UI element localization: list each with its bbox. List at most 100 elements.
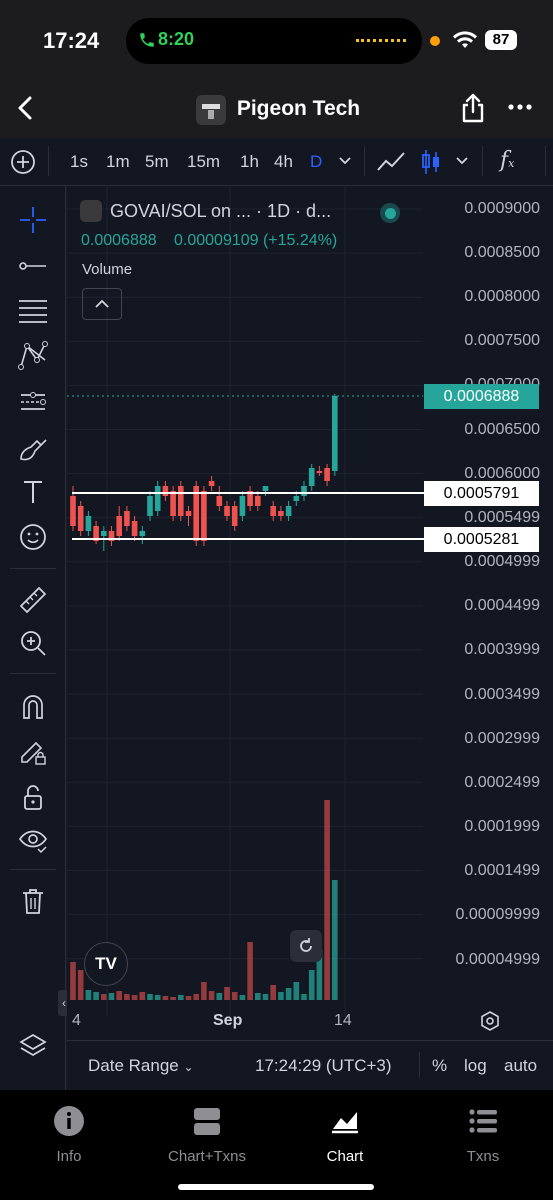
volume-bar xyxy=(308,970,315,1000)
candle-body xyxy=(301,486,307,496)
toolbar-divider xyxy=(482,146,483,176)
candle-body xyxy=(154,486,161,511)
horizontal-line-lower[interactable] xyxy=(72,538,424,540)
volume-bar xyxy=(293,982,300,1000)
log-scale-button[interactable]: log xyxy=(464,1056,487,1076)
tradingview-logo[interactable]: TV xyxy=(84,942,128,986)
tab-txns[interactable]: Txns xyxy=(414,1105,552,1165)
text-tool-icon[interactable] xyxy=(14,473,52,511)
call-duration: 8:20 xyxy=(158,29,195,49)
chart-icon xyxy=(332,1112,358,1134)
pattern-icon[interactable] xyxy=(14,337,52,375)
zoom-in-icon[interactable] xyxy=(14,624,52,662)
chart-type-chevron-down-icon[interactable] xyxy=(455,156,469,166)
tab-label: Chart xyxy=(326,1148,364,1165)
more-icon[interactable] xyxy=(508,103,532,111)
reset-chart-button[interactable] xyxy=(290,930,322,962)
visibility-icon[interactable] xyxy=(14,821,52,859)
settings-icon[interactable] xyxy=(479,1010,501,1032)
volume-bar xyxy=(154,995,161,1000)
interval-chevron-down-icon[interactable] xyxy=(338,156,352,166)
volume-bar xyxy=(93,992,99,1000)
horizontal-line-lower-label[interactable]: 0.0005281 xyxy=(424,527,539,552)
date-range-button[interactable]: Date Range ⌄ xyxy=(88,1056,194,1076)
price-tick: 0.0003999 xyxy=(464,641,540,658)
line-chart-icon[interactable] xyxy=(376,150,406,174)
interval-4h[interactable]: 4h xyxy=(274,152,293,172)
candle-body xyxy=(278,511,284,516)
price-tick: 0.0004499 xyxy=(464,597,540,614)
volume-bar xyxy=(324,800,330,1000)
tab-label: Txns xyxy=(466,1148,500,1165)
candle-body xyxy=(293,496,300,501)
tab-label: Chart+Txns xyxy=(168,1148,246,1165)
interval-1s[interactable]: 1s xyxy=(70,152,88,172)
trend-line-icon[interactable] xyxy=(14,247,52,285)
volume-bar xyxy=(70,962,76,1000)
volume-bar xyxy=(332,880,338,1000)
wifi-icon xyxy=(453,31,477,48)
ruler-icon[interactable] xyxy=(14,581,52,619)
candle-body xyxy=(178,486,184,516)
horizontal-line-upper[interactable] xyxy=(72,492,424,494)
chevron-up-icon xyxy=(95,299,109,308)
lock-drawing-icon[interactable] xyxy=(14,733,52,771)
horizontal-line-upper-label[interactable]: 0.0005791 xyxy=(424,481,539,506)
price-tick: 0.0002999 xyxy=(464,730,540,747)
candle-body xyxy=(101,531,107,536)
tab-chart[interactable]: Chart xyxy=(276,1105,414,1165)
volume-bar xyxy=(178,995,184,1000)
info-icon xyxy=(54,1106,84,1136)
time-tick: 4 xyxy=(72,1012,81,1029)
collapse-legend-button[interactable] xyxy=(82,288,122,320)
volume-bar xyxy=(239,995,246,1000)
fib-retracement-icon[interactable] xyxy=(14,292,52,330)
tools-divider xyxy=(10,673,56,674)
candle-body xyxy=(231,506,238,526)
phone-icon xyxy=(140,33,154,47)
share-icon[interactable] xyxy=(460,93,486,123)
unlock-icon[interactable] xyxy=(14,778,52,816)
emoji-icon[interactable] xyxy=(14,518,52,556)
symbol-title[interactable]: GOVAI/SOL on ... · 1D · d... xyxy=(110,201,331,222)
volume-bar xyxy=(162,996,169,1000)
candle-body xyxy=(308,468,315,486)
volume-bar xyxy=(278,992,284,1000)
tab-chart-txns[interactable]: Chart+Txns xyxy=(138,1105,276,1165)
market-status-icon xyxy=(380,203,400,223)
interval-d[interactable]: D xyxy=(310,152,322,172)
candle-body xyxy=(262,486,269,491)
candle-body xyxy=(332,396,338,471)
function-icon[interactable]: fx xyxy=(500,148,514,173)
brush-icon[interactable] xyxy=(14,429,52,467)
interval-1m[interactable]: 1m xyxy=(106,152,130,172)
price-tick: 0.0009000 xyxy=(464,200,540,217)
auto-scale-button[interactable]: auto xyxy=(504,1056,537,1076)
volume-bar xyxy=(270,985,276,1000)
volume-bar xyxy=(285,988,292,1000)
candlestick-icon[interactable] xyxy=(420,148,442,176)
percent-scale-button[interactable]: % xyxy=(432,1056,447,1076)
candle-body xyxy=(116,516,122,536)
volume-bar xyxy=(131,995,138,1000)
mic-indicator-icon xyxy=(430,36,440,46)
layers-icon[interactable] xyxy=(14,1027,52,1065)
tools-divider xyxy=(10,869,56,870)
interval-15m[interactable]: 15m xyxy=(187,152,220,172)
candle-body xyxy=(77,506,84,531)
prediction-icon[interactable] xyxy=(14,383,52,421)
candle-body xyxy=(162,486,169,496)
volume-bar xyxy=(255,993,261,1000)
candle-body xyxy=(147,496,153,516)
price-tick: 0.00009999 xyxy=(455,906,540,923)
trash-icon[interactable] xyxy=(14,882,52,920)
volume-bar xyxy=(185,996,192,1000)
add-indicator-icon[interactable] xyxy=(10,149,36,175)
magnet-icon[interactable] xyxy=(14,687,52,725)
interval-1h[interactable]: 1h xyxy=(240,152,259,172)
tab-info[interactable]: Info xyxy=(0,1105,138,1165)
volume-bar xyxy=(247,942,253,1000)
status-time: 17:24 xyxy=(43,28,100,53)
interval-5m[interactable]: 5m xyxy=(145,152,169,172)
crosshair-icon[interactable] xyxy=(14,201,52,239)
